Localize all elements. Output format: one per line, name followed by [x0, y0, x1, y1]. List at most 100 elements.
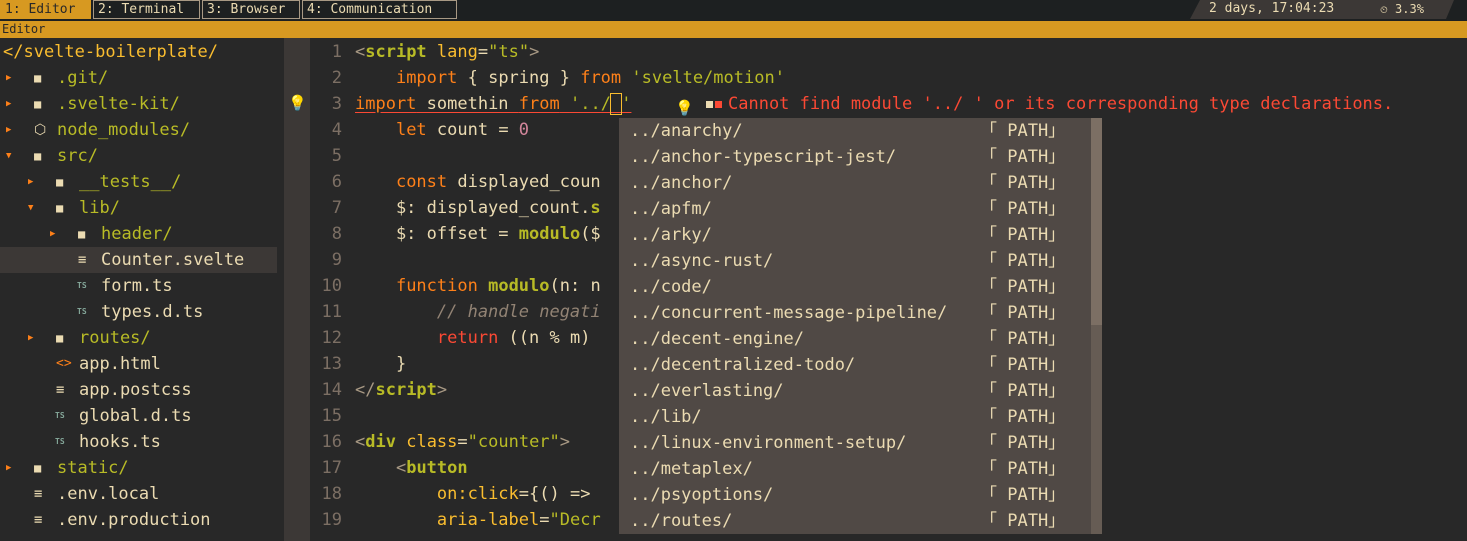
tree-item[interactable]: ≡ Counter.svelte — [0, 247, 277, 273]
chevron-right-icon[interactable]: ▶ — [50, 221, 55, 247]
completion-item[interactable]: ../apfm/ 「 PATH」 — [619, 196, 1092, 222]
completion-label: ../arky/ — [630, 225, 712, 245]
line-number: 4 — [331, 120, 342, 140]
code-line[interactable]: 1 <script lang="ts"> — [310, 39, 1467, 65]
error-marker-icon — [715, 100, 722, 108]
completion-item[interactable]: ../decent-engine/ 「 PATH」 — [619, 326, 1092, 352]
tree-item[interactable]: ≡ app.postcss — [0, 377, 277, 403]
completion-item[interactable]: ../decentralized-todo/ 「 PATH」 — [619, 352, 1092, 378]
completion-item[interactable]: ../code/ 「 PATH」 — [619, 274, 1092, 300]
tree-item[interactable]: TS types.d.ts — [0, 299, 277, 325]
folder-icon: ■ — [34, 71, 42, 85]
completion-scrollbar[interactable] — [1091, 118, 1102, 325]
tree-item[interactable]: ▶ ■ .git/ — [0, 65, 277, 91]
code-text: import somethin from '../ ' — [355, 91, 631, 117]
node-modules-icon: ⬡ — [34, 122, 47, 138]
code-token: { spring } — [457, 68, 581, 88]
tree-item[interactable]: ▶ ■ static/ — [0, 455, 277, 481]
tree-item[interactable]: TS hooks.ts — [0, 429, 277, 455]
tree-item-label: types.d.ts — [101, 302, 204, 322]
tree-item[interactable]: ▶ ■ .svelte-kit/ — [0, 91, 277, 117]
code-token: } — [355, 354, 407, 374]
completion-kind: 「 PATH」 — [980, 355, 1066, 375]
text-file-icon: ≡ — [34, 512, 43, 528]
code-text: import { spring } from 'svelte/motion' — [355, 65, 785, 91]
tree-item-label: routes/ — [79, 328, 151, 348]
tree-item[interactable]: TS global.d.ts — [0, 403, 277, 429]
completion-item[interactable]: ../everlasting/ 「 PATH」 — [619, 378, 1092, 404]
completion-item[interactable]: ../routes/ 「 PATH」 — [619, 508, 1092, 534]
chevron-right-icon[interactable]: ▶ — [28, 325, 33, 351]
chevron-right-icon[interactable]: ▶ — [28, 169, 33, 195]
tree-item[interactable]: ▼ ■ src/ — [0, 143, 277, 169]
chevron-down-icon[interactable]: ▼ — [6, 143, 11, 169]
tree-item-label: .svelte-kit/ — [57, 94, 180, 114]
code-token: "ts" — [488, 42, 530, 62]
code-token: count = — [426, 120, 519, 140]
workspace-tab-editor[interactable]: 1: Editor — [0, 0, 91, 19]
line-number: 14 — [321, 380, 342, 400]
completion-kind: 「 PATH」 — [980, 251, 1066, 271]
code-line[interactable]: 3 import somethin from '../ ' 💡 Cannot find… — [310, 91, 1467, 117]
completion-popup[interactable]: ../anarchy/「 PATH」 ../anchor-typescript-j… — [619, 118, 1102, 534]
chevron-right-icon[interactable]: ▶ — [6, 117, 11, 143]
tree-item[interactable]: ▶ ⬡ node_modules/ — [0, 117, 277, 143]
completion-label: ../anchor-typescript-jest/ — [630, 147, 897, 167]
code-token: const — [395, 172, 448, 192]
completion-item[interactable]: ../lib/ 「 PATH」 — [619, 404, 1092, 430]
chevron-right-icon[interactable]: ▶ — [6, 91, 11, 117]
code-token: return — [436, 328, 499, 348]
completion-item[interactable]: ../psyoptions/ 「 PATH」 — [619, 482, 1092, 508]
tree-item[interactable]: <> app.html — [0, 351, 277, 377]
workspace-tab-browser[interactable]: 3: Browser — [202, 0, 300, 19]
tree-root[interactable]: </svelte-boilerplate/ — [0, 39, 277, 65]
tree-item[interactable]: ≡ .env.production — [0, 507, 277, 533]
tree-item-label: global.d.ts — [79, 406, 192, 426]
code-token: > — [436, 380, 448, 400]
tree-item[interactable]: ▼ ■ lib/ — [0, 195, 277, 221]
tree-item-label: form.ts — [101, 276, 173, 296]
completion-item[interactable]: ../anchor-typescript-jest/ 「 PATH」 — [619, 144, 1092, 170]
file-tree[interactable]: </svelte-boilerplate/ ▶ ■ .git/ ▶ ■ .svelte-k… — [0, 38, 284, 541]
code-token: 0 — [518, 120, 530, 140]
completion-item[interactable]: ../arky/ 「 PATH」 — [619, 222, 1092, 248]
completion-label: ../decent-engine/ — [630, 329, 804, 349]
chevron-right-icon[interactable]: ▶ — [6, 65, 11, 91]
code-token: script — [375, 380, 437, 400]
workspace-tab-communication[interactable]: 4: Communication — [302, 0, 457, 19]
tree-item[interactable]: ≡ .env.local — [0, 481, 277, 507]
completion-kind: 「 PATH」 — [980, 303, 1066, 323]
code-token: import — [395, 68, 458, 88]
completion-item[interactable]: ../anarchy/ 「 PATH」 — [619, 118, 1092, 144]
workspace-tab-terminal[interactable]: 2: Terminal — [93, 0, 200, 19]
tree-item-label: lib/ — [79, 198, 120, 218]
code-token: displayed_coun — [447, 172, 601, 192]
completion-item[interactable]: ../metaplex/ 「 PATH」 — [619, 456, 1092, 482]
completion-scroll-track[interactable] — [1091, 325, 1102, 534]
completion-item[interactable]: ../anchor/ 「 PATH」 — [619, 170, 1092, 196]
chevron-down-icon[interactable]: ▼ — [28, 195, 33, 221]
code-line[interactable]: 2 import { spring } from 'svelte/motion' — [310, 65, 1467, 91]
code-token: from — [580, 68, 622, 88]
lightbulb-icon[interactable]: 💡 — [288, 94, 307, 112]
code-token: = — [477, 42, 489, 62]
tree-item[interactable]: ▶ ■ __tests__/ — [0, 169, 277, 195]
line-number: 11 — [321, 302, 342, 322]
tree-item-label: __tests__/ — [79, 172, 182, 192]
tree-item[interactable]: ▶ ■ header/ — [0, 221, 277, 247]
text-file-icon: ≡ — [34, 486, 43, 502]
completion-item[interactable]: ../async-rust/ 「 PATH」 — [619, 248, 1092, 274]
tree-item[interactable]: ▶ ■ routes/ — [0, 325, 277, 351]
html-file-icon: <> — [56, 356, 72, 371]
completion-kind: 「 PATH」 — [980, 407, 1066, 427]
completion-item[interactable]: ../linux-environment-setup/ 「 PATH」 — [619, 430, 1092, 456]
tree-item[interactable]: TS form.ts — [0, 273, 277, 299]
chevron-right-icon[interactable]: ▶ — [6, 455, 11, 481]
tree-item-label: .git/ — [57, 68, 109, 88]
completion-item[interactable]: ../concurrent-message-pipeline/ 「 PATH」 — [619, 300, 1092, 326]
code-token: s — [590, 198, 601, 218]
